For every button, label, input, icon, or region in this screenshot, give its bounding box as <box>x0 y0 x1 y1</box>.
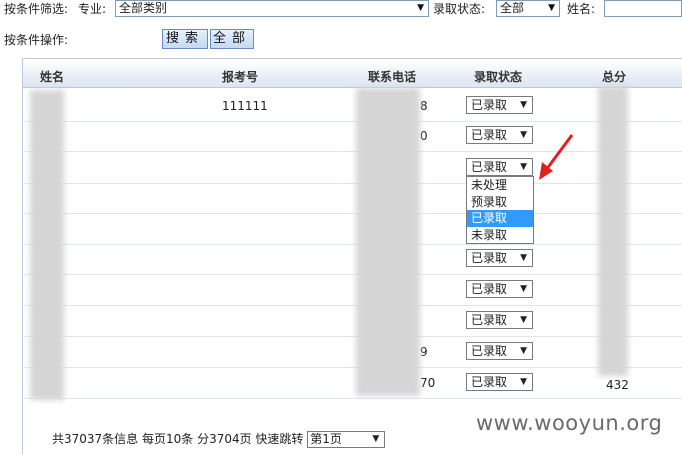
header-phone: 联系电话 <box>368 70 417 84</box>
status-filter-value: 全部 <box>500 1 525 15</box>
row-status-value: 已录取 <box>471 313 508 327</box>
row-status-select[interactable]: 已录取 ▼ <box>466 311 533 329</box>
table-row <box>24 121 682 152</box>
dropdown-option[interactable]: 未处理 <box>467 177 533 194</box>
table-header <box>23 61 682 88</box>
redacted-score-column <box>598 86 628 376</box>
redacted-phone-column <box>356 88 420 396</box>
major-label: 专业: <box>78 2 107 16</box>
name-input[interactable] <box>604 0 682 17</box>
row-status-select[interactable]: 已录取 ▼ <box>466 96 533 114</box>
row-status-value: 已录取 <box>471 282 508 296</box>
name-label: 姓名: <box>567 2 596 16</box>
chevron-down-icon: ▼ <box>520 284 527 294</box>
dropdown-option[interactable]: 预录取 <box>467 194 533 211</box>
show-all-button[interactable]: 全部 <box>210 29 254 49</box>
row-status-select[interactable]: 已录取 ▼ <box>466 342 533 360</box>
cell-phone: 0 <box>420 129 428 143</box>
table-row <box>24 91 682 122</box>
chevron-down-icon: ▼ <box>520 100 527 110</box>
header-name: 姓名 <box>40 70 65 84</box>
row-status-select[interactable]: 已录取 ▼ <box>466 249 533 267</box>
pagination-bar: 共37037条信息 每页10条 分3704页 快速跳转 第1页 ▼ <box>52 430 386 448</box>
status-filter-label: 录取状态: <box>433 2 486 16</box>
row-status-select[interactable]: 已录取 ▼ <box>466 126 533 144</box>
header-exam-no: 报考号 <box>222 70 259 84</box>
row-status-value: 已录取 <box>471 251 508 265</box>
chevron-down-icon: ▼ <box>548 3 555 13</box>
chevron-down-icon: ▼ <box>520 377 527 387</box>
dropdown-option[interactable]: 未录取 <box>467 227 533 244</box>
table-row <box>24 153 682 184</box>
chevron-down-icon: ▼ <box>520 162 527 172</box>
redacted-name-column <box>30 90 64 400</box>
cell-phone: 8 <box>420 99 428 113</box>
major-select[interactable]: 全部类别 ▼ <box>115 0 429 17</box>
table-row <box>24 244 682 275</box>
row-status-select[interactable]: 已录取 ▼ <box>466 280 533 298</box>
chevron-down-icon: ▼ <box>520 315 527 325</box>
chevron-down-icon: ▼ <box>417 3 424 13</box>
row-status-value: 已录取 <box>471 344 508 358</box>
table-row <box>24 368 682 399</box>
header-status: 录取状态 <box>474 70 523 84</box>
major-select-value: 全部类别 <box>119 1 168 15</box>
table-row <box>24 306 682 337</box>
cell-score: 432 <box>606 378 629 392</box>
chevron-down-icon: ▼ <box>520 253 527 263</box>
row-status-select[interactable]: 已录取 ▼ <box>466 373 533 391</box>
table-row <box>24 275 682 306</box>
status-dropdown-list[interactable]: 未处理 预录取 已录取 未录取 <box>466 176 534 244</box>
page-jump-value: 第1页 <box>310 432 342 446</box>
cell-phone: 70 <box>420 376 436 390</box>
row-status-value: 已录取 <box>471 128 508 142</box>
search-button[interactable]: 搜索 <box>162 29 208 49</box>
page-jump-select[interactable]: 第1页 ▼ <box>307 431 386 448</box>
annotation-arrow-icon <box>539 134 574 180</box>
cell-phone: 9 <box>420 345 428 359</box>
row-status-select[interactable]: 已录取 ▼ <box>466 158 533 176</box>
status-filter-select[interactable]: 全部 ▼ <box>496 0 560 17</box>
chevron-down-icon: ▼ <box>520 130 527 140</box>
chevron-down-icon: ▼ <box>372 434 380 444</box>
row-status-value: 已录取 <box>471 98 508 112</box>
row-status-value: 已录取 <box>471 160 508 174</box>
watermark: www.wooyun.org <box>476 411 663 435</box>
table-row <box>24 337 682 368</box>
ops-label: 按条件操作: <box>4 33 69 47</box>
row-status-value: 已录取 <box>471 375 508 389</box>
dropdown-option[interactable]: 已录取 <box>467 210 533 227</box>
header-score: 总分 <box>602 70 627 84</box>
table-row <box>24 214 682 245</box>
filter-label: 按条件筛选: <box>4 2 69 16</box>
table-row <box>24 183 682 214</box>
cell-exam-no: 111111 <box>222 99 268 113</box>
pagination-summary: 共37037条信息 每页10条 分3704页 快速跳转 <box>52 432 304 446</box>
chevron-down-icon: ▼ <box>520 346 527 356</box>
